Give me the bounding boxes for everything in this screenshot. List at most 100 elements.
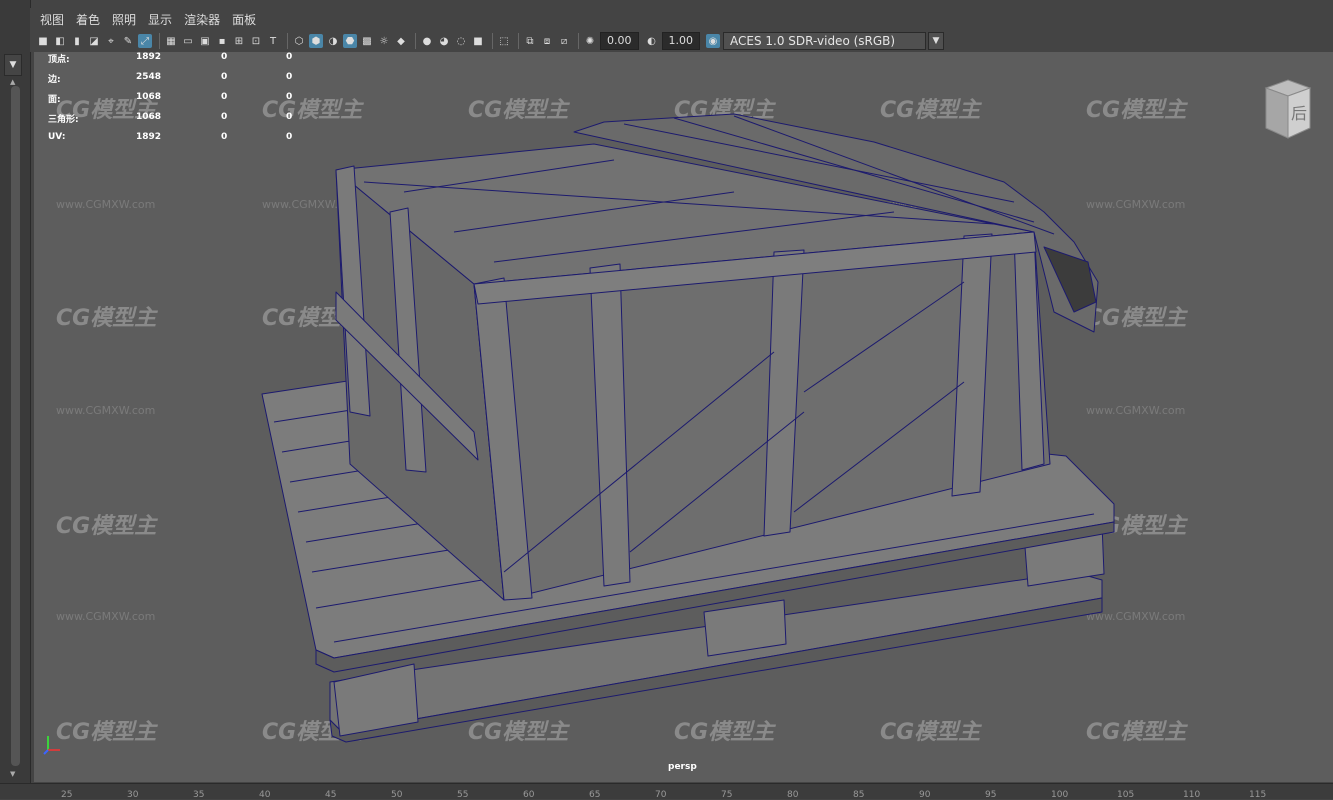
bookmark-icon[interactable]: ▮ [70,34,84,48]
anti-aliasing-icon[interactable]: ◌ [454,34,468,48]
separator [287,33,288,49]
crate-pallet-model[interactable] [34,52,1333,782]
menu-renderer[interactable]: 渲染器 [184,11,220,28]
ruler-tick: 45 [325,790,337,800]
textured-icon[interactable]: ▩ [360,34,374,48]
xray-active-icon[interactable]: ⧈ [540,34,554,48]
isolate-select-icon[interactable]: ⬚ [497,34,511,48]
3d-viewport[interactable]: CG模型主 CG模型主 CG模型主 CG模型主 CG模型主 CG模型主 www.… [34,52,1333,782]
hud-label: 面: [48,95,61,105]
vertical-scrollbar[interactable] [11,86,20,766]
ruler-tick: 80 [787,790,799,800]
menu-lighting[interactable]: 照明 [112,11,136,28]
separator [578,33,579,49]
ruler-tick: 55 [457,790,469,800]
depth-of-field-icon[interactable]: ■ [471,34,485,48]
hud-value: 0 [286,52,293,62]
menu-shading[interactable]: 着色 [76,11,100,28]
shadows-icon[interactable]: ◆ [394,34,408,48]
snapshot-icon[interactable]: ⌖ [104,34,118,48]
image-plane-icon[interactable]: ◪ [87,34,101,48]
hud-value: 0 [221,52,228,62]
menu-show[interactable]: 显示 [148,11,172,28]
hud-value: 1068 [136,92,162,102]
gamma-field[interactable]: 1.00 [661,32,700,50]
menu-view[interactable]: 视图 [40,11,64,28]
separator [415,33,416,49]
ruler-tick: 85 [853,790,865,800]
separator [518,33,519,49]
time-ruler[interactable]: 25 30 35 40 45 50 55 60 65 70 75 80 85 9… [0,783,1333,800]
resolution-gate-icon[interactable]: ▣ [198,34,212,48]
hud-value: 1892 [136,132,162,142]
panel-toolbar: ■ ◧ ▮ ◪ ⌖ ✎ ⤢ ▦ ▭ ▣ ▪ ⊞ ⊡ T ⬡ ⬢ ◑ ⬣ ▩ ☼ … [30,30,1333,52]
gate-mask-icon[interactable]: ▪ [215,34,229,48]
gamma-icon[interactable]: ◐ [645,34,659,48]
film-gate-icon[interactable]: ▭ [181,34,195,48]
panel-menu-dropdown[interactable]: ▼ [4,54,22,76]
ruler-tick: 100 [1051,790,1069,800]
grease-pencil-icon[interactable]: ✎ [121,34,135,48]
ruler-tick: 25 [61,790,73,800]
hud-value: 1068 [136,112,162,122]
motion-blur-icon[interactable]: ◕ [437,34,451,48]
view-cube[interactable]: 后 [1262,78,1314,140]
field-chart-icon[interactable]: ⊞ [232,34,246,48]
hud-value: 0 [221,72,228,82]
view-transform-field[interactable]: ACES 1.0 SDR-video (sRGB) [723,32,926,50]
hud-value: 0 [286,112,293,122]
separator [492,33,493,49]
scroll-down-arrow[interactable]: ▼ [10,770,15,778]
view-cube-label: 后 [1291,104,1307,123]
axis-gizmo [43,736,60,755]
hud-value: 0 [221,132,228,142]
ruler-tick: 40 [259,790,271,800]
two-d-pan-icon[interactable]: ⤢ [138,34,152,48]
viewport-menubar: 视图 着色 照明 显示 渲染器 面板 [30,8,1333,30]
camera-select-icon[interactable]: ■ [36,34,50,48]
ruler-tick: 95 [985,790,997,800]
ruler-tick: 30 [127,790,139,800]
wireframe-icon[interactable]: ⬡ [292,34,306,48]
hud-value: 0 [221,92,228,102]
grid-icon[interactable]: ▦ [164,34,178,48]
ruler-tick: 90 [919,790,931,800]
hud-label: 顶点: [48,55,70,65]
ruler-tick: 115 [1249,790,1267,800]
camera-attributes-icon[interactable]: ◧ [53,34,67,48]
ruler-tick: 70 [655,790,667,800]
hud-value: 0 [286,132,293,142]
separator [159,33,160,49]
safe-title-icon[interactable]: T [266,34,280,48]
hud-value: 0 [286,92,293,102]
ruler-tick: 35 [193,790,205,800]
view-transform-dropdown-icon[interactable]: ▼ [928,32,944,50]
lights-icon[interactable]: ☼ [377,34,391,48]
left-panel-strip: ▼ ▲ ▼ [0,0,31,798]
screen-space-ao-icon[interactable]: ● [420,34,434,48]
wireframe-on-shaded-icon[interactable]: ⬣ [343,34,357,48]
menu-panels[interactable]: 面板 [232,11,256,28]
xray-icon[interactable]: ⧉ [523,34,537,48]
xray-joints-icon[interactable]: ⧄ [557,34,571,48]
hud-label: 边: [48,75,61,85]
safe-action-icon[interactable]: ⊡ [249,34,263,48]
ruler-tick: 75 [721,790,733,800]
hud-label: 三角形: [48,115,79,125]
color-management-icon[interactable]: ◉ [706,34,720,48]
hud-value: 0 [221,112,228,122]
ruler-tick: 50 [391,790,403,800]
ruler-tick: 110 [1183,790,1201,800]
hud-value: 0 [286,72,293,82]
ruler-tick: 65 [589,790,601,800]
exposure-field[interactable]: 0.00 [600,32,639,50]
camera-label: persp [668,762,697,772]
ruler-tick: 105 [1117,790,1135,800]
smooth-shade-icon[interactable]: ⬢ [309,34,323,48]
default-material-icon[interactable]: ◑ [326,34,340,48]
exposure-icon[interactable]: ✺ [583,34,597,48]
hud-value: 2548 [136,72,162,82]
scroll-up-arrow[interactable]: ▲ [10,78,15,86]
hud-value: 1892 [136,52,162,62]
hud-label: UV: [48,132,66,142]
